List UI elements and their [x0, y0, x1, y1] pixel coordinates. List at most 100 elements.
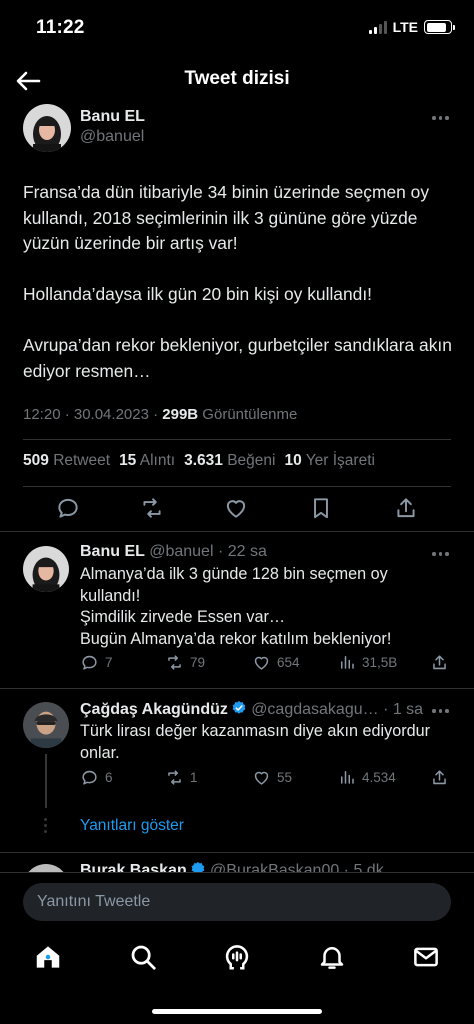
reply-line: Bugün Almanya’da rekor katılım bekleniyo… [80, 629, 392, 648]
retweet-icon [168, 655, 181, 670]
stat-likes[interactable]: 3.631 Beğeni [184, 452, 275, 470]
bookmark-button[interactable] [308, 495, 334, 521]
like-count: 55 [277, 770, 293, 785]
more-options-icon[interactable] [432, 551, 450, 557]
bar-chart-icon [341, 771, 354, 784]
views-count: 31,5B [362, 654, 398, 670]
reply-line: Şimdilik zirvede Essen var… [80, 608, 286, 626]
reply-text: Türk lirası değer kazanmasın diye akın e… [80, 721, 450, 764]
status-indicators: LTE [368, 19, 455, 35]
bottom-tab-bar [0, 932, 474, 1024]
tab-notifications[interactable] [317, 942, 347, 972]
tweet-paragraph: Avrupa’dan rekor bekleniyor, gurbetçiler… [23, 335, 452, 381]
divider [0, 852, 474, 853]
battery-icon [424, 20, 455, 34]
reply-composer-bar: Yanıtını Tweetle [0, 872, 474, 932]
share-icon [433, 770, 446, 785]
verified-badge-icon [232, 701, 246, 714]
reply-line: kullandı! [80, 586, 141, 605]
reply-button[interactable]: 7 [80, 653, 113, 672]
heart-icon [254, 771, 269, 785]
stat-retweets[interactable]: 509 Retweet [23, 452, 110, 470]
views-button[interactable]: 31,5B [338, 653, 397, 671]
tweet-timestamp[interactable]: 12:20 · 30.04.2023 · [23, 406, 162, 423]
author-meta: @banuel · 22 sa [149, 543, 267, 560]
author-handle[interactable]: @banuel [80, 128, 144, 146]
reply-actions: 7 79 654 31,5B [80, 653, 460, 675]
author-meta: @BurakBaskan00 · 5 dk [210, 862, 384, 872]
retweet-count: 79 [190, 655, 206, 670]
stat-bookmarks[interactable]: 10 Yer İşareti [284, 452, 375, 470]
views-count: 4.534 [362, 769, 396, 785]
tweet-actions [0, 487, 474, 527]
home-icon [36, 946, 60, 968]
author-name[interactable]: Banu EL [80, 108, 145, 126]
author-name[interactable]: Banu EL [80, 543, 145, 560]
share-button[interactable] [430, 768, 449, 787]
author-name[interactable]: Burak Başkan [80, 862, 187, 872]
cellular-signal-icon [368, 20, 387, 34]
tab-messages[interactable] [411, 942, 441, 972]
retweet-icon [143, 498, 161, 518]
reply-header: Burak Başkan @BurakBaskan00 · 5 dk [80, 861, 384, 872]
mail-icon [414, 947, 438, 967]
stat-quotes[interactable]: 15 Alıntı [119, 452, 175, 470]
divider [23, 439, 451, 440]
like-button[interactable] [223, 495, 249, 521]
reply-header: Çağdaş Akagündüz @cagdasakagu… · 1 sa [80, 700, 423, 719]
author-meta: @cagdasakagu… · 1 sa [251, 701, 424, 718]
tab-spaces[interactable] [222, 942, 252, 972]
page-title: Tweet dizisi [184, 68, 290, 89]
share-icon [433, 655, 446, 670]
like-button[interactable]: 55 [252, 768, 292, 787]
reply-icon [82, 770, 97, 785]
reply-text: Almanya’da ilk 3 günde 128 bin seçmen oy… [80, 564, 450, 650]
status-bar: 11:22 LTE [0, 0, 474, 56]
reply-count: 7 [105, 655, 113, 670]
author-name[interactable]: Çağdaş Akagündüz [80, 701, 228, 718]
reply-line: onlar. [80, 743, 120, 762]
heart-icon [254, 656, 269, 670]
heart-icon [226, 500, 246, 518]
reply-line: Almanya’da ilk 3 günde 128 bin seçmen oy [80, 565, 388, 583]
retweet-button[interactable]: 79 [165, 653, 205, 672]
reply-header: Banu EL @banuel · 22 sa [80, 543, 267, 561]
views-button[interactable]: 4.534 [338, 768, 396, 786]
reply-button[interactable] [55, 495, 81, 521]
bar-chart-icon [341, 656, 354, 669]
avatar[interactable] [23, 864, 69, 872]
reply-icon [82, 655, 97, 670]
divider [0, 688, 474, 689]
more-options-icon[interactable] [432, 115, 450, 121]
retweet-count: 1 [190, 770, 198, 785]
retweet-button[interactable]: 1 [165, 768, 198, 787]
tab-search[interactable] [128, 942, 158, 972]
avatar[interactable] [23, 702, 69, 748]
top-bar: Tweet dizisi [0, 56, 474, 106]
reply-input[interactable]: Yanıtını Tweetle [23, 883, 451, 921]
divider [0, 531, 474, 532]
like-count: 654 [277, 655, 300, 670]
verified-badge-icon [191, 862, 205, 872]
retweet-icon [168, 770, 181, 785]
thread-line [45, 754, 47, 808]
avatar[interactable] [23, 546, 69, 592]
reply-tweet[interactable]: Burak Başkan @BurakBaskan00 · 5 dk [0, 860, 474, 872]
reply-icon [58, 498, 78, 518]
retweet-button[interactable] [139, 495, 165, 521]
more-options-icon[interactable] [432, 708, 450, 714]
share-button[interactable] [393, 495, 419, 521]
search-icon [131, 945, 156, 970]
avatar[interactable] [23, 104, 71, 152]
bookmark-icon [314, 498, 328, 519]
reply-button[interactable]: 6 [80, 768, 113, 787]
share-button[interactable] [430, 653, 449, 672]
like-button[interactable]: 654 [252, 653, 300, 672]
views-count: 299B [162, 406, 199, 423]
bell-icon [320, 947, 344, 969]
tweet-paragraph: Hollanda’daysa ilk gün 20 bin kişi oy ku… [23, 284, 372, 304]
tweet-meta: 12:20 · 30.04.2023 · 299B Görüntülenme [23, 406, 297, 423]
show-replies-link[interactable]: Yanıtları göster [80, 817, 184, 835]
network-type: LTE [392, 19, 418, 35]
tab-home[interactable] [33, 942, 63, 972]
